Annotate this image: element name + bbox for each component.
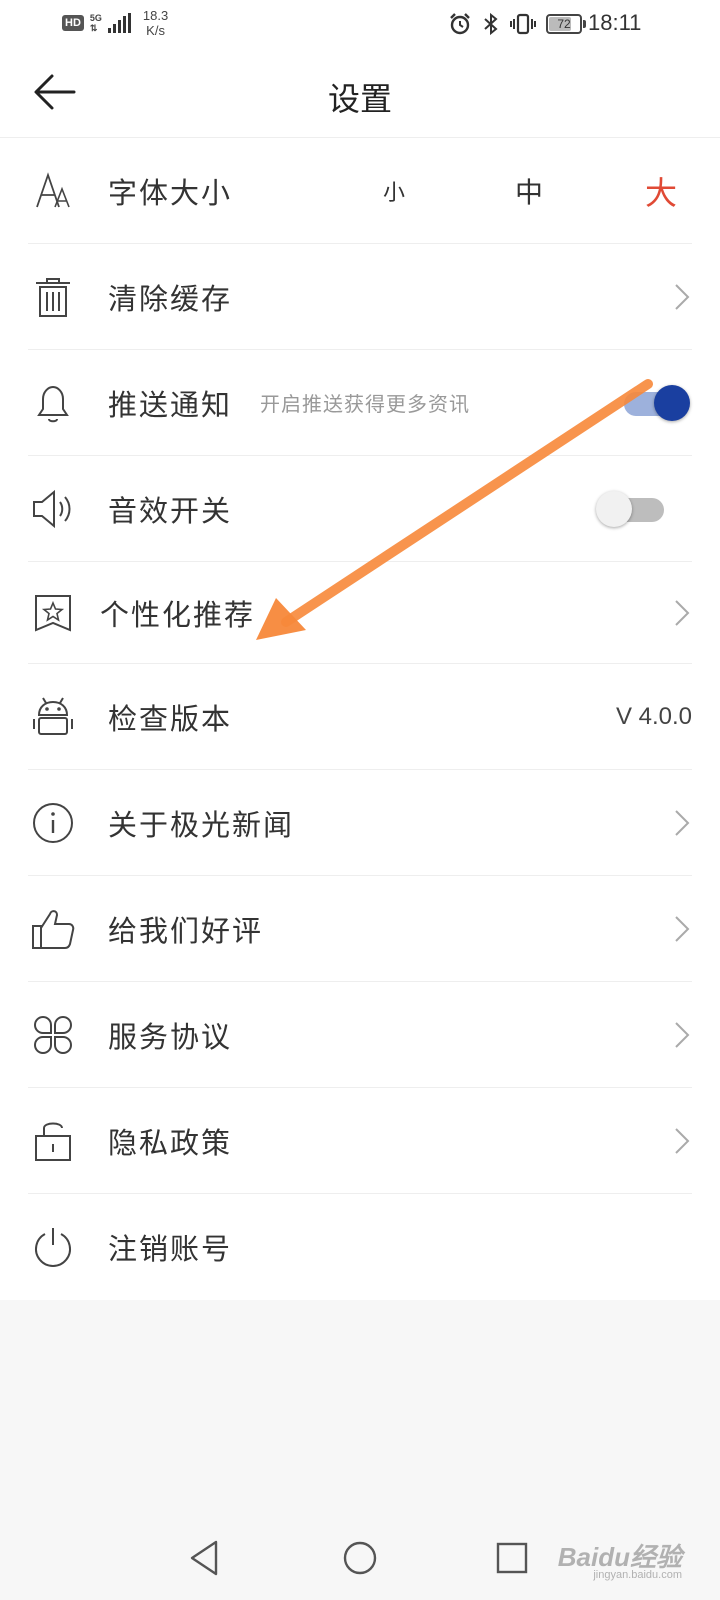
android-icon bbox=[28, 692, 78, 742]
page-title: 设置 bbox=[327, 80, 392, 118]
push-notification-label: 推送通知 bbox=[108, 387, 233, 422]
check-version-label: 检查版本 bbox=[108, 701, 233, 736]
status-right: 72 bbox=[448, 12, 586, 36]
setting-personalized[interactable]: 个性化推荐 bbox=[28, 562, 692, 664]
font-size-label: 字体大小 bbox=[108, 175, 233, 210]
thumbs-up-icon bbox=[28, 904, 78, 954]
watermark-sub: jingyan.baidu.com bbox=[593, 1569, 682, 1581]
battery-icon: 72 bbox=[546, 14, 586, 34]
setting-push-notification: 推送通知 开启推送获得更多资讯 bbox=[28, 350, 692, 456]
push-notification-hint: 开启推送获得更多资讯 bbox=[260, 392, 470, 416]
setting-cancel-account[interactable]: 注销账号 bbox=[28, 1194, 692, 1300]
chevron-right-icon bbox=[675, 1127, 690, 1154]
chevron-right-icon bbox=[675, 1021, 690, 1048]
version-value: V 4.0.0 bbox=[615, 702, 692, 730]
setting-font-size: 字体大小 小 中 大 bbox=[28, 138, 692, 244]
personalized-label: 个性化推荐 bbox=[100, 597, 256, 632]
lock-icon bbox=[28, 1116, 78, 1166]
vibrate-icon bbox=[510, 13, 536, 35]
status-left: HD 5G ⇅ 18.3 K/s bbox=[62, 8, 168, 38]
chevron-right-icon bbox=[675, 809, 690, 836]
alarm-icon bbox=[450, 13, 470, 35]
status-time: 18:11 bbox=[588, 10, 642, 35]
network-speed: 18.3 K/s bbox=[143, 8, 168, 38]
speed-value: 18.3 bbox=[142, 8, 169, 23]
network-type: 5G bbox=[89, 13, 102, 23]
chevron-right-icon bbox=[675, 283, 690, 310]
setting-check-version[interactable]: 检查版本 V 4.0.0 bbox=[28, 664, 692, 770]
chevron-right-icon bbox=[675, 599, 690, 626]
settings-list: 字体大小 小 中 大 清除缓存 推送通知 开启推送获得更多资讯 音效开关 个性化… bbox=[0, 138, 720, 1300]
font-size-icon bbox=[28, 166, 78, 216]
bluetooth-icon bbox=[484, 12, 498, 36]
push-notification-toggle[interactable] bbox=[618, 384, 690, 421]
bell-icon bbox=[28, 378, 78, 428]
setting-service-agreement[interactable]: 服务协议 bbox=[28, 982, 692, 1088]
about-label: 关于极光新闻 bbox=[108, 807, 295, 842]
status-bar: HD 5G ⇅ 18.3 K/s 72 18:11 bbox=[0, 0, 720, 50]
clear-cache-label: 清除缓存 bbox=[108, 281, 233, 316]
watermark: Baidu经验 jingyan.baidu.com bbox=[558, 1537, 682, 1581]
nav-recent-icon[interactable] bbox=[492, 1538, 532, 1578]
trash-icon bbox=[28, 272, 78, 322]
power-icon bbox=[28, 1222, 78, 1272]
font-size-medium[interactable]: 中 bbox=[515, 171, 543, 211]
setting-about[interactable]: 关于极光新闻 bbox=[28, 770, 692, 876]
rate-us-label: 给我们好评 bbox=[108, 913, 264, 948]
font-size-small[interactable]: 小 bbox=[383, 175, 405, 207]
title-bar: 设置 bbox=[0, 50, 720, 138]
service-agreement-label: 服务协议 bbox=[108, 1019, 233, 1054]
nav-home-icon[interactable] bbox=[340, 1538, 380, 1578]
setting-privacy-policy[interactable]: 隐私政策 bbox=[28, 1088, 692, 1194]
speed-unit: K/s bbox=[146, 23, 165, 38]
bookmark-star-icon bbox=[28, 588, 78, 638]
data-arrows-icon: ⇅ bbox=[89, 23, 98, 33]
clover-icon bbox=[28, 1010, 78, 1060]
info-icon bbox=[28, 798, 78, 848]
setting-rate-us[interactable]: 给我们好评 bbox=[28, 876, 692, 982]
font-size-large[interactable]: 大 bbox=[645, 168, 677, 214]
battery-level: 72 bbox=[557, 17, 571, 31]
cancel-account-label: 注销账号 bbox=[108, 1232, 233, 1266]
privacy-policy-label: 隐私政策 bbox=[108, 1125, 233, 1160]
chevron-right-icon bbox=[675, 915, 690, 942]
sound-toggle[interactable] bbox=[596, 490, 668, 527]
network-indicator: 5G ⇅ bbox=[90, 13, 102, 33]
nav-back-icon[interactable] bbox=[186, 1538, 226, 1578]
speaker-icon bbox=[28, 484, 78, 534]
setting-clear-cache[interactable]: 清除缓存 bbox=[28, 244, 692, 350]
setting-sound: 音效开关 bbox=[28, 456, 692, 562]
hd-badge: HD bbox=[62, 15, 84, 31]
sound-label: 音效开关 bbox=[108, 493, 233, 528]
signal-icon bbox=[107, 13, 131, 33]
